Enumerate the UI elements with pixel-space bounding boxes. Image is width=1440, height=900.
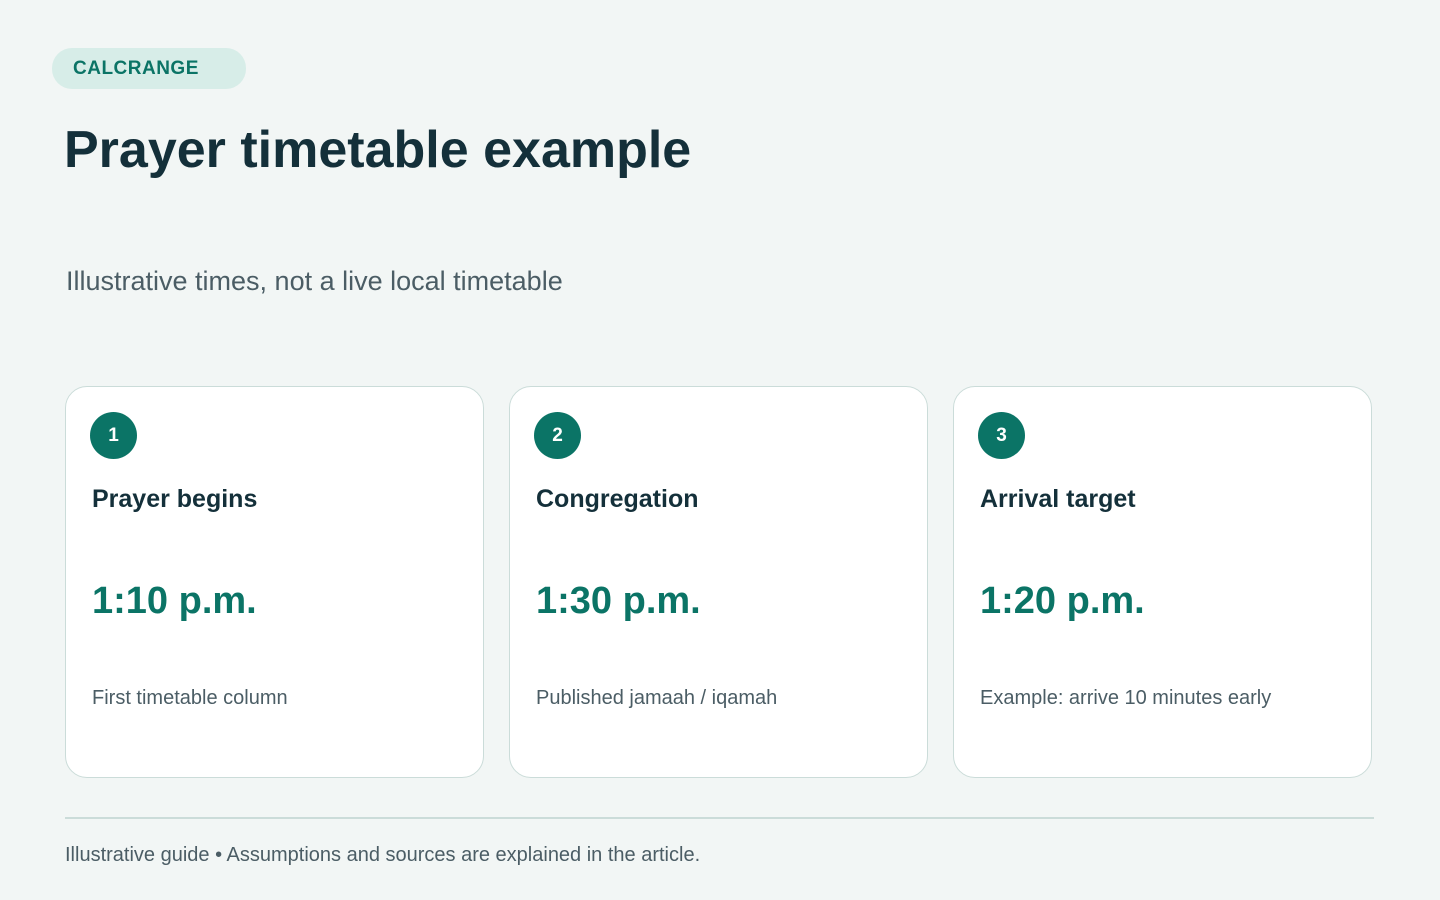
card-note: Example: arrive 10 minutes early xyxy=(980,687,1272,709)
step-number-badge: 2 xyxy=(534,412,581,459)
step-number-badge: 3 xyxy=(978,412,1025,459)
card-title: Prayer begins xyxy=(92,485,258,513)
card-prayer-begins: 1 Prayer begins 1:10 p.m. First timetabl… xyxy=(65,386,484,778)
page-subtitle: Illustrative times, not a live local tim… xyxy=(66,266,563,296)
footer-note: Illustrative guide • Assumptions and sou… xyxy=(65,844,701,866)
card-time: 1:20 p.m. xyxy=(980,580,1145,622)
timetable-cards: 1 Prayer begins 1:10 p.m. First timetabl… xyxy=(65,386,1373,778)
card-title: Congregation xyxy=(536,485,699,513)
step-number-badge: 1 xyxy=(90,412,137,459)
card-time: 1:10 p.m. xyxy=(92,580,257,622)
card-arrival-target: 3 Arrival target 1:20 p.m. Example: arri… xyxy=(953,386,1372,778)
footer-divider xyxy=(65,817,1374,819)
card-title: Arrival target xyxy=(980,485,1136,513)
brand-badge: CALCRANGE xyxy=(52,48,246,89)
page-title: Prayer timetable example xyxy=(64,121,692,179)
card-time: 1:30 p.m. xyxy=(536,580,701,622)
card-congregation: 2 Congregation 1:30 p.m. Published jamaa… xyxy=(509,386,928,778)
card-note: First timetable column xyxy=(92,687,288,709)
card-note: Published jamaah / iqamah xyxy=(536,687,778,709)
